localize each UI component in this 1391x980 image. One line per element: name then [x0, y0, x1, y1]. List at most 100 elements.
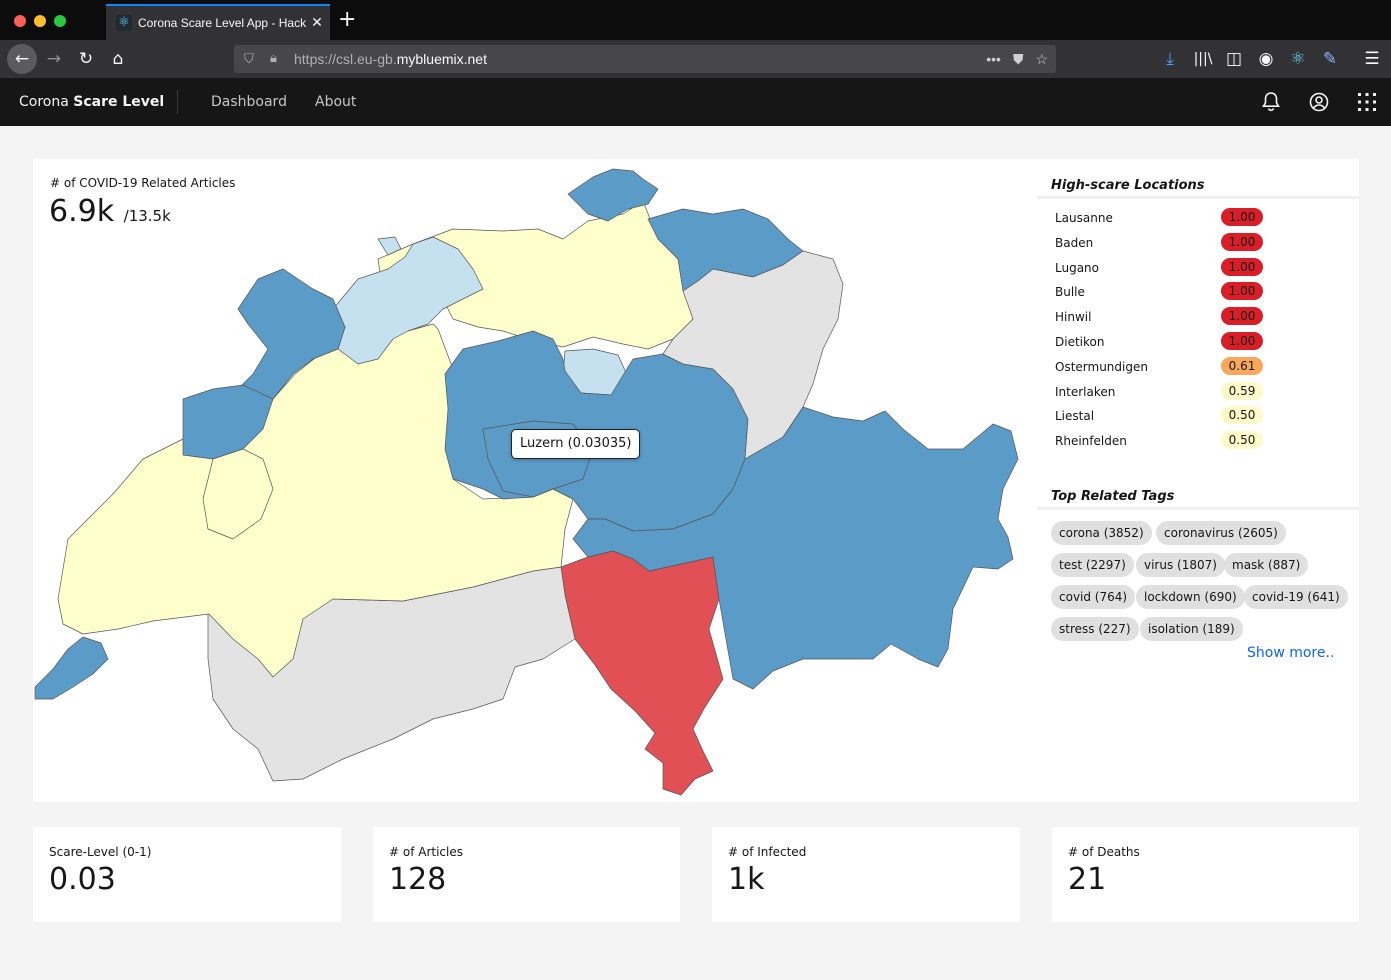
- tile-value: 21: [1068, 862, 1107, 897]
- score-badge: 0.59: [1221, 381, 1263, 400]
- location-row[interactable]: Dietikon 1.00: [1055, 330, 1265, 354]
- nav-dashboard[interactable]: Dashboard: [211, 78, 287, 126]
- tag-chip[interactable]: covid (764): [1051, 585, 1136, 609]
- back-icon[interactable]: ←: [7, 44, 37, 74]
- articles-kpi-value: 6.9k /13.5k: [49, 194, 171, 229]
- location-row[interactable]: Liestal 0.50: [1055, 404, 1265, 428]
- react-favicon-icon: ⚛: [116, 15, 132, 31]
- map-panel: # of COVID-19 Related Articles 6.9k /13.…: [33, 159, 1359, 802]
- location-name: Lugano: [1055, 260, 1099, 275]
- tab-title: Corona Scare Level App - Hack: [138, 16, 307, 30]
- side-divider: [1037, 507, 1359, 510]
- location-row[interactable]: Baden 1.00: [1055, 231, 1265, 255]
- browser-tab-strip: ⚛ Corona Scare Level App - Hack ✕ +: [0, 0, 1391, 40]
- sidebar-icon[interactable]: ◫: [1221, 46, 1247, 72]
- location-row[interactable]: Hinwil 1.00: [1055, 305, 1265, 329]
- maximize-window-button[interactable]: [54, 15, 66, 27]
- brand[interactable]: Corona Scare Level: [19, 78, 164, 126]
- side-divider: [1037, 196, 1359, 199]
- bell-icon[interactable]: [1259, 90, 1283, 114]
- user-icon[interactable]: [1307, 90, 1331, 114]
- tag-chip[interactable]: mask (887): [1224, 553, 1309, 577]
- location-row[interactable]: Bulle 1.00: [1055, 280, 1265, 304]
- more-icon[interactable]: •••: [986, 51, 1001, 67]
- location-row[interactable]: Lugano 1.00: [1055, 256, 1265, 280]
- tile-label: # of Infected: [728, 845, 807, 859]
- new-tab-icon[interactable]: +: [338, 8, 356, 32]
- star-icon[interactable]: ☆: [1035, 51, 1048, 68]
- scare-level-tile: Scare-Level (0-1) 0.03: [33, 827, 341, 922]
- tag-chip[interactable]: lockdown (690): [1136, 585, 1245, 609]
- score-badge: 1.00: [1221, 332, 1263, 350]
- location-name: Baden: [1055, 235, 1094, 250]
- score-badge: 1.00: [1221, 282, 1263, 301]
- map-tooltip: Luzern (0.03035): [511, 429, 641, 459]
- tag-chip[interactable]: isolation (189): [1140, 617, 1243, 641]
- location-row[interactable]: Rheinfelden 0.50: [1055, 429, 1265, 453]
- download-icon[interactable]: ⤓: [1157, 46, 1183, 72]
- pocket-icon[interactable]: ⛊: [1013, 51, 1024, 68]
- react-devtools-icon[interactable]: ⚛: [1285, 46, 1311, 72]
- score-badge: 0.50: [1221, 431, 1263, 450]
- articles-tile: # of Articles 128: [373, 827, 680, 922]
- switzerland-choropleth-map[interactable]: [33, 159, 1033, 802]
- tags-title: Top Related Tags: [1051, 489, 1175, 504]
- library-icon[interactable]: |||\: [1190, 46, 1216, 72]
- articles-kpi-label: # of COVID-19 Related Articles: [50, 176, 236, 190]
- score-badge: 0.61: [1221, 356, 1263, 375]
- score-badge: 1.00: [1221, 307, 1263, 326]
- location-name: Bulle: [1055, 285, 1085, 300]
- app-header: Corona Scare Level Dashboard About: [0, 78, 1391, 126]
- infected-tile: # of Infected 1k: [712, 827, 1020, 922]
- tile-value: 0.03: [49, 862, 116, 897]
- location-name: Lausanne: [1055, 211, 1113, 225]
- location-row[interactable]: Lausanne 1.00: [1055, 206, 1265, 230]
- tag-chip[interactable]: corona (3852): [1051, 521, 1152, 545]
- url-bar[interactable]: ⛉ 🔒︎ https://csl.eu-gb.mybluemix.net •••…: [234, 45, 1056, 73]
- nav-about[interactable]: About: [315, 78, 356, 126]
- region-ticino[interactable]: [560, 550, 724, 796]
- close-window-button[interactable]: [14, 15, 26, 27]
- lock-icon[interactable]: 🔒︎: [270, 50, 277, 66]
- tile-value: 1k: [728, 862, 765, 897]
- location-row[interactable]: Interlaken 0.59: [1055, 380, 1265, 404]
- tag-chip[interactable]: virus (1807): [1136, 553, 1225, 577]
- browser-toolbar: ← → ↻ ⌂ ⛉ 🔒︎ https://csl.eu-gb.mybluemix…: [0, 40, 1391, 78]
- score-badge: 1.00: [1221, 257, 1263, 276]
- app-switcher-icon[interactable]: [1355, 90, 1379, 114]
- deaths-tile: # of Deaths 21: [1052, 827, 1359, 922]
- minimize-window-button[interactable]: [34, 15, 46, 27]
- shield-icon[interactable]: ⛉: [244, 51, 254, 67]
- account-icon[interactable]: ◉: [1253, 46, 1279, 72]
- show-more-link[interactable]: Show more..: [1247, 645, 1334, 661]
- tile-value: 128: [389, 862, 447, 897]
- browser-tab[interactable]: ⚛ Corona Scare Level App - Hack ✕: [106, 4, 330, 40]
- tag-chip[interactable]: covid-19 (641): [1244, 585, 1348, 609]
- reload-icon[interactable]: ↻: [73, 46, 99, 72]
- tag-chip[interactable]: test (2297): [1051, 553, 1134, 577]
- forward-icon[interactable]: →: [41, 46, 67, 72]
- tile-label: # of Deaths: [1068, 845, 1140, 859]
- score-badge: 0.50: [1221, 406, 1263, 425]
- url-text[interactable]: https://csl.eu-gb.mybluemix.net: [294, 51, 487, 67]
- region-geneva[interactable]: [34, 636, 109, 700]
- location-name: Hinwil: [1055, 310, 1092, 325]
- tag-chip[interactable]: stress (227): [1051, 617, 1139, 641]
- score-badge: 1.00: [1221, 208, 1263, 226]
- close-tab-icon[interactable]: ✕: [308, 15, 326, 31]
- tile-label: Scare-Level (0-1): [49, 845, 152, 859]
- location-name: Rheinfelden: [1055, 434, 1127, 449]
- location-name: Interlaken: [1055, 384, 1116, 399]
- pen-icon[interactable]: ✎: [1317, 46, 1343, 72]
- location-name: Dietikon: [1055, 335, 1105, 349]
- location-name: Liestal: [1055, 409, 1095, 424]
- tile-label: # of Articles: [389, 845, 463, 859]
- tag-chip[interactable]: coronavirus (2605): [1156, 521, 1286, 545]
- header-divider: [177, 90, 178, 114]
- score-badge: 1.00: [1221, 232, 1263, 251]
- home-icon[interactable]: ⌂: [105, 46, 131, 72]
- menu-icon[interactable]: ☰: [1359, 46, 1385, 72]
- high-scare-title: High-scare Locations: [1051, 178, 1205, 193]
- location-row[interactable]: Ostermundigen 0.61: [1055, 355, 1265, 379]
- location-name: Ostermundigen: [1055, 359, 1148, 374]
